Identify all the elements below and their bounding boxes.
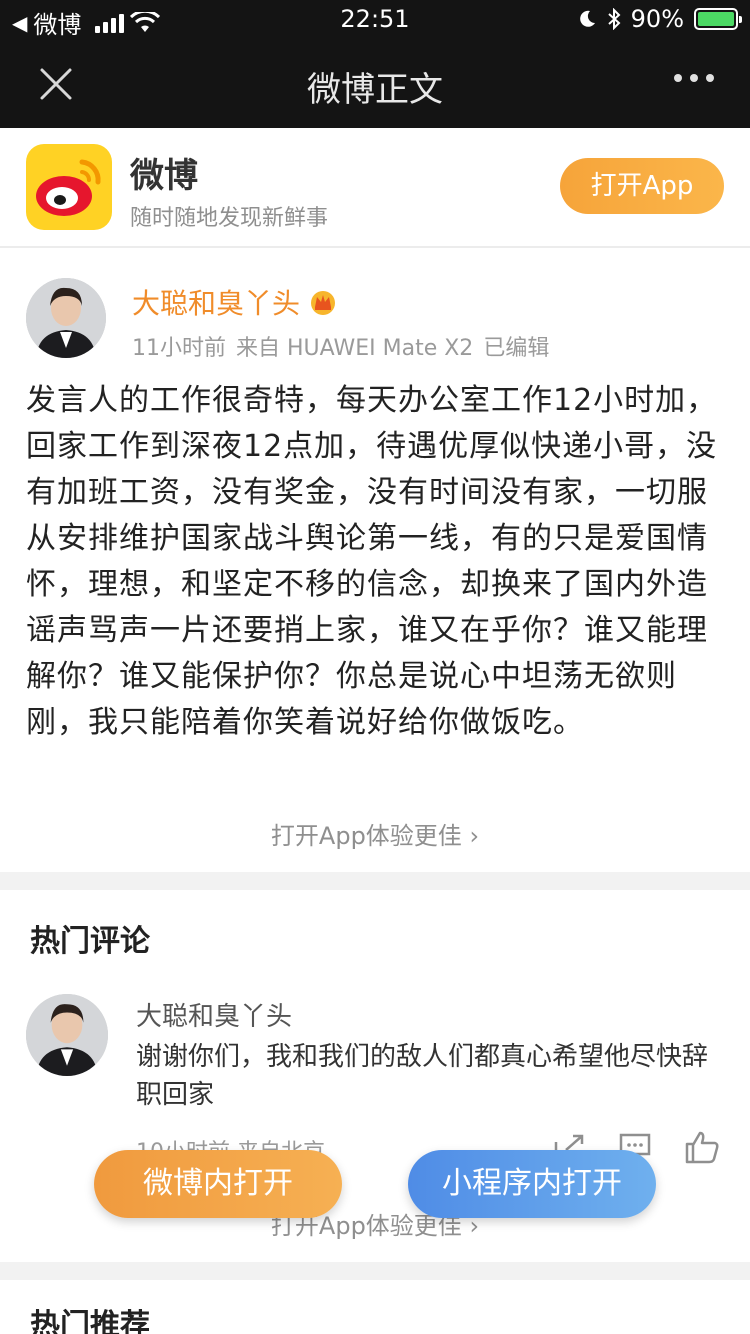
divider <box>0 1262 750 1280</box>
vip-crown-icon <box>311 291 336 315</box>
bluetooth-icon <box>607 8 621 30</box>
post-card: 大聪和臭丫头 11小时前 来自 HUAWEI Mate X2 已编辑 发言人的工… <box>0 250 750 872</box>
comment-text: 谢谢你们，我和我们的敌人们都真心希望他尽快辞职回家 <box>136 1042 709 1110</box>
chevron-right-icon: › <box>469 822 480 850</box>
nav-bar: 微博正文 <box>0 40 750 128</box>
post-author[interactable]: 大聪和臭丫头 <box>132 282 338 322</box>
weibo-logo-icon <box>26 144 112 230</box>
divider <box>0 872 750 890</box>
app-download-banner: 微博 随时随地发现新鲜事 打开App <box>0 128 750 248</box>
hot-recommend-title: 热门推荐 <box>30 1308 150 1334</box>
post-time: 11小时前 <box>132 336 226 361</box>
post-meta: 11小时前 来自 HUAWEI Mate X2 已编辑 <box>132 330 549 362</box>
comment-author[interactable]: 大聪和臭丫头 <box>136 996 292 1033</box>
avatar[interactable] <box>26 994 108 1076</box>
avatar[interactable] <box>26 278 106 358</box>
post-edited: 已编辑 <box>483 336 550 361</box>
author-name: 大聪和臭丫头 <box>132 287 301 320</box>
like-icon[interactable] <box>684 1130 720 1164</box>
open-app-link[interactable]: 打开App体验更佳 › <box>0 816 750 851</box>
hot-comments-title: 热门评论 <box>30 924 150 959</box>
more-icon[interactable] <box>674 74 714 82</box>
app-slogan: 随时随地发现新鲜事 <box>130 206 329 231</box>
open-app-link-label: 打开App体验更佳 <box>270 822 462 850</box>
post-source: 来自 HUAWEI Mate X2 <box>236 336 474 361</box>
open-in-weibo-button[interactable]: 微博内打开 <box>94 1150 342 1218</box>
status-right: 90% <box>577 5 742 33</box>
page-title: 微博正文 <box>307 70 443 110</box>
battery-icon <box>694 8 742 30</box>
moon-icon <box>579 10 595 27</box>
post-body: 发言人的工作很奇特，每天办公室工作12小时加，回家工作到深夜12点加，待遇优厚似… <box>26 383 718 740</box>
open-in-miniprogram-button[interactable]: 小程序内打开 <box>408 1150 656 1218</box>
battery-percent: 90% <box>630 5 684 33</box>
open-app-button[interactable]: 打开App <box>560 158 724 214</box>
status-bar: ◀ 微博 22:51 90% <box>0 0 750 40</box>
app-name: 微博 <box>130 156 198 196</box>
